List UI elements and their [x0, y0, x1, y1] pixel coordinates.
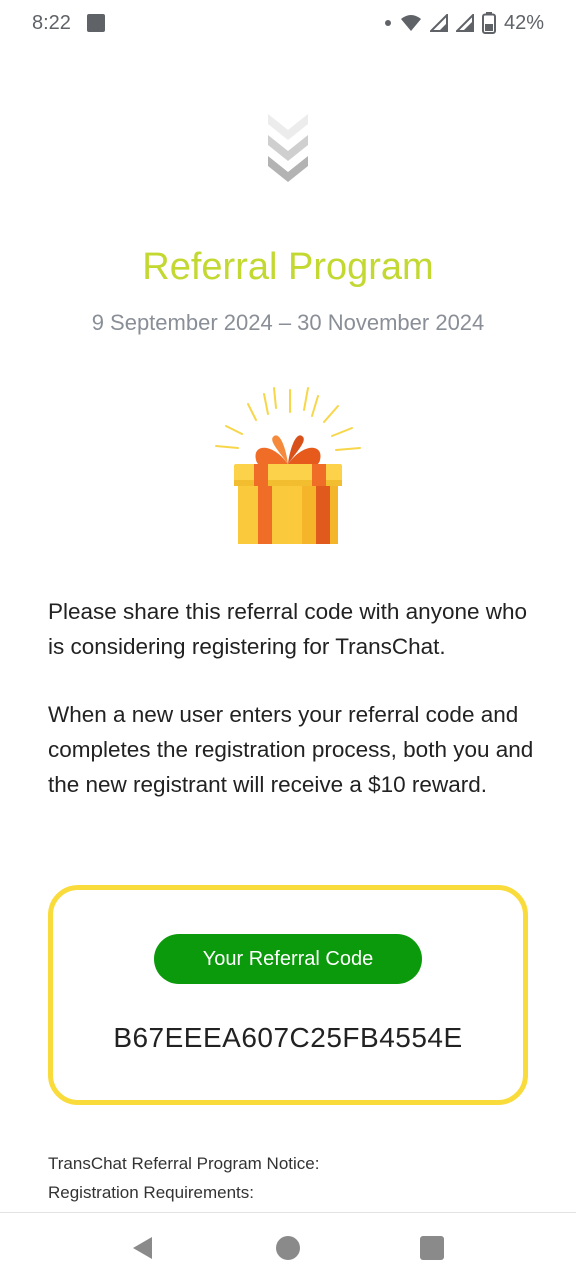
status-time: 8:22 — [32, 11, 71, 34]
referral-code-card: Your Referral Code B67EEEA607C25FB4554E — [48, 885, 528, 1105]
signal-icon — [455, 14, 474, 32]
page-title: Referral Program — [142, 246, 434, 288]
program-date-range: 9 September 2024 – 30 November 2024 — [91, 310, 485, 335]
battery-percent: 42% — [503, 11, 544, 34]
registration-requirements-heading: Registration Requirements: — [48, 1183, 254, 1202]
gift-icon — [212, 384, 364, 546]
reward-description-text: When a new user enters your referral cod… — [48, 702, 534, 797]
wifi-icon — [400, 14, 422, 32]
screen: 8:22 42% Referral Program 9 September 20… — [0, 0, 576, 1280]
chevrons-down-icon — [264, 108, 312, 188]
back-icon[interactable] — [128, 1233, 158, 1263]
status-right: 42% — [384, 12, 544, 35]
home-icon[interactable] — [273, 1233, 303, 1263]
status-left: 8:22 — [32, 12, 105, 35]
system-nav-bar — [0, 1212, 576, 1280]
referral-code-label: Your Referral Code — [154, 934, 422, 984]
referral-code-value[interactable]: B67EEEA607C25FB4554E — [53, 1022, 523, 1054]
recents-icon[interactable] — [417, 1233, 447, 1263]
notification-square-icon — [86, 14, 105, 32]
referral-intro-text: Please share this referral code with any… — [48, 599, 528, 659]
referral-content[interactable]: Referral Program 9 September 2024 – 30 N… — [0, 46, 576, 1212]
status-bar: 8:22 42% — [0, 0, 576, 46]
dot-icon — [384, 19, 392, 27]
battery-icon — [481, 12, 496, 34]
signal-icon — [429, 14, 448, 32]
notice-title: TransChat Referral Program Notice: — [48, 1154, 320, 1173]
